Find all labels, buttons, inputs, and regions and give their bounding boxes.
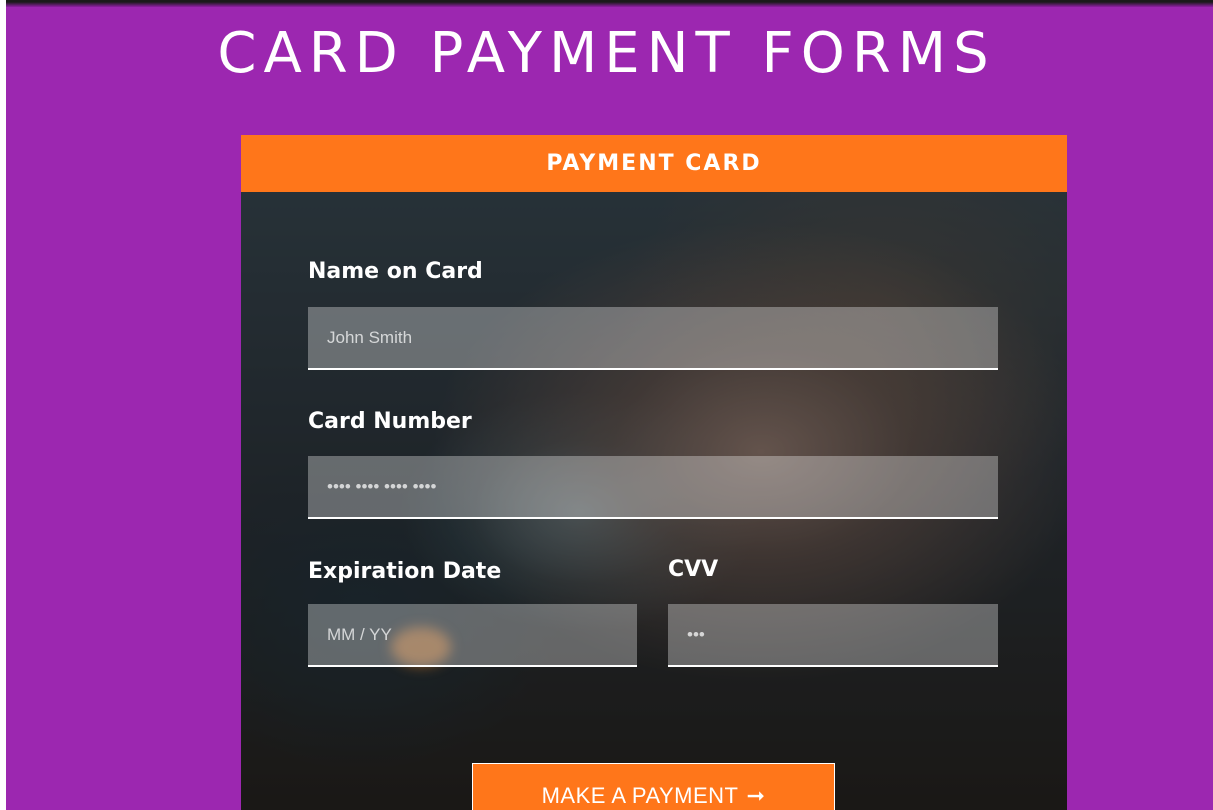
cvv-label: CVV [668, 557, 719, 582]
payment-card-panel: PAYMENT CARD Name on Card Card Number Ex… [241, 135, 1067, 810]
cvv-input[interactable] [668, 604, 998, 667]
expiration-date-input[interactable] [308, 604, 637, 667]
page-left-edge [0, 0, 6, 810]
card-header: PAYMENT CARD [241, 135, 1067, 192]
make-payment-button[interactable]: MAKE A PAYMENT ➞ [472, 763, 835, 810]
name-on-card-input[interactable] [308, 307, 998, 370]
page-title: CARD PAYMENT FORMS [217, 21, 996, 86]
expiration-date-label: Expiration Date [308, 559, 502, 584]
arrow-right-icon: ➞ [746, 782, 766, 808]
name-on-card-label: Name on Card [308, 259, 483, 284]
card-number-input[interactable] [308, 456, 998, 519]
make-payment-label: MAKE A PAYMENT [541, 782, 739, 808]
page-top-shadow [0, 0, 1213, 7]
card-body: Name on Card Card Number Expiration Date… [241, 192, 1067, 810]
card-number-label: Card Number [308, 409, 472, 434]
